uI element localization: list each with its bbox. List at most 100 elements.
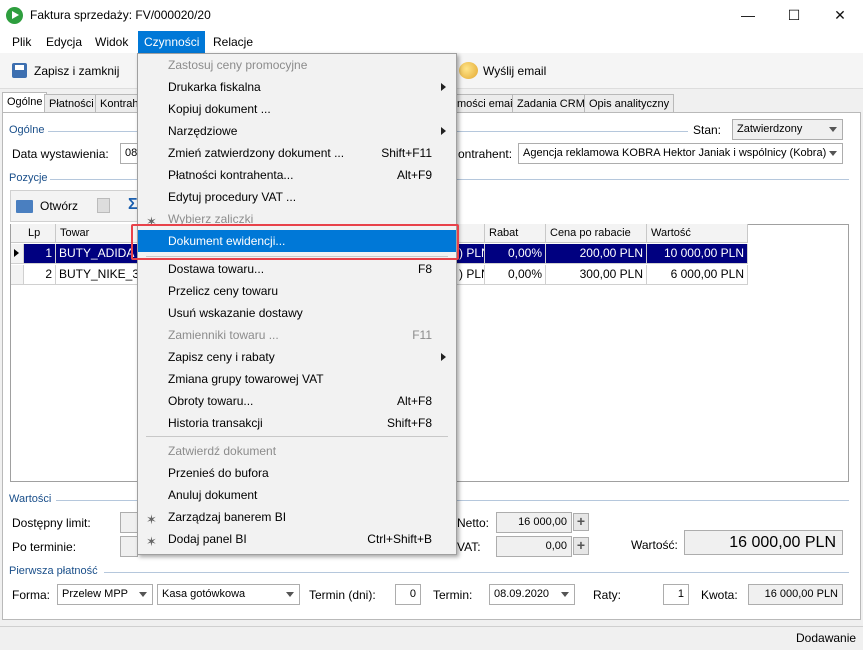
- netto-plus-button[interactable]: +: [573, 513, 589, 531]
- issue-date-field[interactable]: 08: [120, 143, 138, 164]
- chevron-right-icon: [441, 353, 446, 361]
- maximize-button[interactable]: ☐: [771, 0, 817, 31]
- save-close-button[interactable]: Zapisz i zamknij: [12, 60, 124, 82]
- table-cell-cena[interactable]: ) PLN: [456, 244, 485, 264]
- col-cena-header[interactable]: [456, 224, 485, 243]
- menu-item-drukarka-fiskalna[interactable]: Drukarka fiskalna: [138, 76, 456, 98]
- amount-field[interactable]: 16 000,00 PLN: [748, 584, 843, 605]
- overdue-label: Po terminie:: [12, 540, 77, 554]
- col-rabat-header[interactable]: Rabat: [485, 224, 546, 243]
- col-lp-header[interactable]: Lp: [24, 224, 56, 243]
- tab-zadania-crm[interactable]: Zadania CRM: [512, 94, 590, 113]
- menu-czynnosci[interactable]: Czynności: [138, 31, 206, 53]
- edit-icon[interactable]: [97, 198, 110, 213]
- table-cell-towar[interactable]: BUTY_NIKE_3: [56, 265, 138, 285]
- menu-item-usun-wskazanie[interactable]: Usuń wskazanie dostawy: [138, 302, 456, 324]
- tab-opis-analityczny[interactable]: Opis analityczny: [584, 94, 675, 113]
- row-indicator[interactable]: [11, 244, 24, 264]
- menu-item-dodaj-panel-bi[interactable]: ✶ Dodaj panel BI Ctrl+Shift+B: [138, 528, 456, 550]
- table-cell-rabat[interactable]: 0,00%: [485, 265, 546, 285]
- menu-item-procedury-vat[interactable]: Edytuj procedury VAT ...: [138, 186, 456, 208]
- table-cell-cena[interactable]: ) PLN: [456, 265, 485, 285]
- magic-wand-icon: ✶: [146, 534, 157, 549]
- netto-field[interactable]: 16 000,00: [496, 512, 572, 533]
- menu-item-obroty-towaru[interactable]: Obroty towaru... Alt+F8: [138, 390, 456, 412]
- menu-relacje[interactable]: Relacje: [207, 31, 259, 53]
- table-cell-cena-po[interactable]: 300,00 PLN: [546, 265, 647, 285]
- send-email-label: Wyślij email: [483, 64, 547, 78]
- menu-item-zatwierdz-dokument[interactable]: Zatwierdź dokument: [138, 440, 456, 462]
- minimize-button[interactable]: —: [725, 0, 771, 31]
- col-wartosc-header[interactable]: Wartość: [647, 224, 748, 243]
- table-cell-wartosc[interactable]: 6 000,00 PLN: [647, 265, 748, 285]
- chevron-down-icon: [286, 592, 294, 597]
- save-close-label: Zapisz i zamknij: [34, 64, 120, 78]
- rates-field[interactable]: 1: [663, 584, 689, 605]
- total-label: Wartość:: [631, 538, 678, 552]
- menu-item-kopiuj-dokument[interactable]: Kopiuj dokument ...: [138, 98, 456, 120]
- menu-item-zmiana-grupy-vat[interactable]: Zmiana grupy towarowej VAT: [138, 368, 456, 390]
- col-towar-header[interactable]: Towar: [56, 224, 138, 243]
- menu-item-przenies-do-bufora[interactable]: Przenieś do bufora: [138, 462, 456, 484]
- vat-plus-button[interactable]: +: [573, 537, 589, 555]
- tab-platnosci[interactable]: Płatności: [44, 94, 99, 113]
- menu-item-przelicz-ceny[interactable]: Przelicz ceny towaru: [138, 280, 456, 302]
- menu-edycja[interactable]: Edycja: [40, 31, 88, 53]
- menu-widok[interactable]: Widok: [89, 31, 134, 53]
- form-label: Forma:: [12, 588, 51, 602]
- group-general-title: Ogólne: [9, 124, 45, 136]
- state-value: Zatwierdzony: [737, 123, 803, 135]
- table-cell-cena-po[interactable]: 200,00 PLN: [546, 244, 647, 264]
- save-icon: [12, 63, 27, 78]
- open-icon: [16, 200, 33, 213]
- menu-item-zapisz-ceny[interactable]: Zapisz ceny i rabaty: [138, 346, 456, 368]
- contractor-select[interactable]: Agencja reklamowa KOBRA Hektor Janiak i …: [518, 143, 843, 164]
- payment-form-value: Przelew MPP: [62, 588, 129, 600]
- status-bar: [0, 626, 863, 650]
- menu-item-platnosci-kontrahenta[interactable]: Płatności kontrahenta... Alt+F9: [138, 164, 456, 186]
- payment-form-select[interactable]: Przelew MPP: [57, 584, 153, 605]
- table-cell-lp[interactable]: 1: [24, 244, 56, 264]
- term-date-field[interactable]: 08.09.2020: [489, 584, 575, 605]
- term-days-field[interactable]: 0: [395, 584, 421, 605]
- table-cell-towar[interactable]: BUTY_ADIDA: [56, 244, 138, 264]
- menu-item-zamienniki[interactable]: Zamienniki towaru ... F11: [138, 324, 456, 346]
- row-indicator[interactable]: [11, 265, 24, 285]
- overdue-field[interactable]: [120, 536, 138, 557]
- open-button[interactable]: Otwórz: [16, 197, 78, 217]
- group-items-title: Pozycje: [9, 172, 48, 184]
- menu-item-narzedziowe[interactable]: Narzędziowe: [138, 120, 456, 142]
- limit-field[interactable]: [120, 512, 138, 533]
- close-button[interactable]: ✕: [817, 0, 863, 31]
- menu-item-zarzadzaj-banerem[interactable]: ✶ Zarządzaj banerem BI: [138, 506, 456, 528]
- menu-separator: [146, 436, 448, 437]
- menu-item-anuluj-dokument[interactable]: Anuluj dokument: [138, 484, 456, 506]
- menu-item-zastosuj-ceny[interactable]: Zastosuj ceny promocyjne: [138, 54, 456, 76]
- col-cena-po-header[interactable]: Cena po rabacie: [546, 224, 647, 243]
- menu-item-dostawa-towaru[interactable]: Dostawa towaru... F8: [138, 258, 456, 280]
- menu-item-zmien-dokument[interactable]: Zmień zatwierdzony dokument ... Shift+F11: [138, 142, 456, 164]
- term-label: Termin:: [433, 588, 473, 602]
- limit-label: Dostępny limit:: [12, 516, 91, 530]
- cash-register-select[interactable]: Kasa gotówkowa: [157, 584, 300, 605]
- tab-wiadomosci-email[interactable]: mości email: [452, 94, 521, 113]
- amount-label: Kwota:: [701, 588, 738, 602]
- send-email-button[interactable]: Wyślij email: [459, 60, 559, 82]
- group-values-title: Wartości: [9, 493, 52, 505]
- vat-field[interactable]: 0,00: [496, 536, 572, 557]
- chevron-right-icon: [441, 127, 446, 135]
- email-icon: [459, 62, 478, 79]
- menu-item-historia-transakcji[interactable]: Historia transakcji Shift+F8: [138, 412, 456, 434]
- total-field[interactable]: 16 000,00 PLN: [684, 530, 843, 555]
- menu-plik[interactable]: Plik: [6, 31, 37, 53]
- tab-ogolne[interactable]: Ogólne: [2, 92, 48, 113]
- issue-date-label: Data wystawienia:: [12, 147, 109, 161]
- netto-label: Netto:: [457, 516, 490, 530]
- chevron-down-icon: [829, 151, 837, 156]
- table-cell-wartosc[interactable]: 10 000,00 PLN: [647, 244, 748, 264]
- group-payment-line: [104, 572, 849, 573]
- state-select[interactable]: Zatwierdzony: [732, 119, 843, 140]
- table-cell-lp[interactable]: 2: [24, 265, 56, 285]
- chevron-down-icon: [139, 592, 147, 597]
- table-cell-rabat[interactable]: 0,00%: [485, 244, 546, 264]
